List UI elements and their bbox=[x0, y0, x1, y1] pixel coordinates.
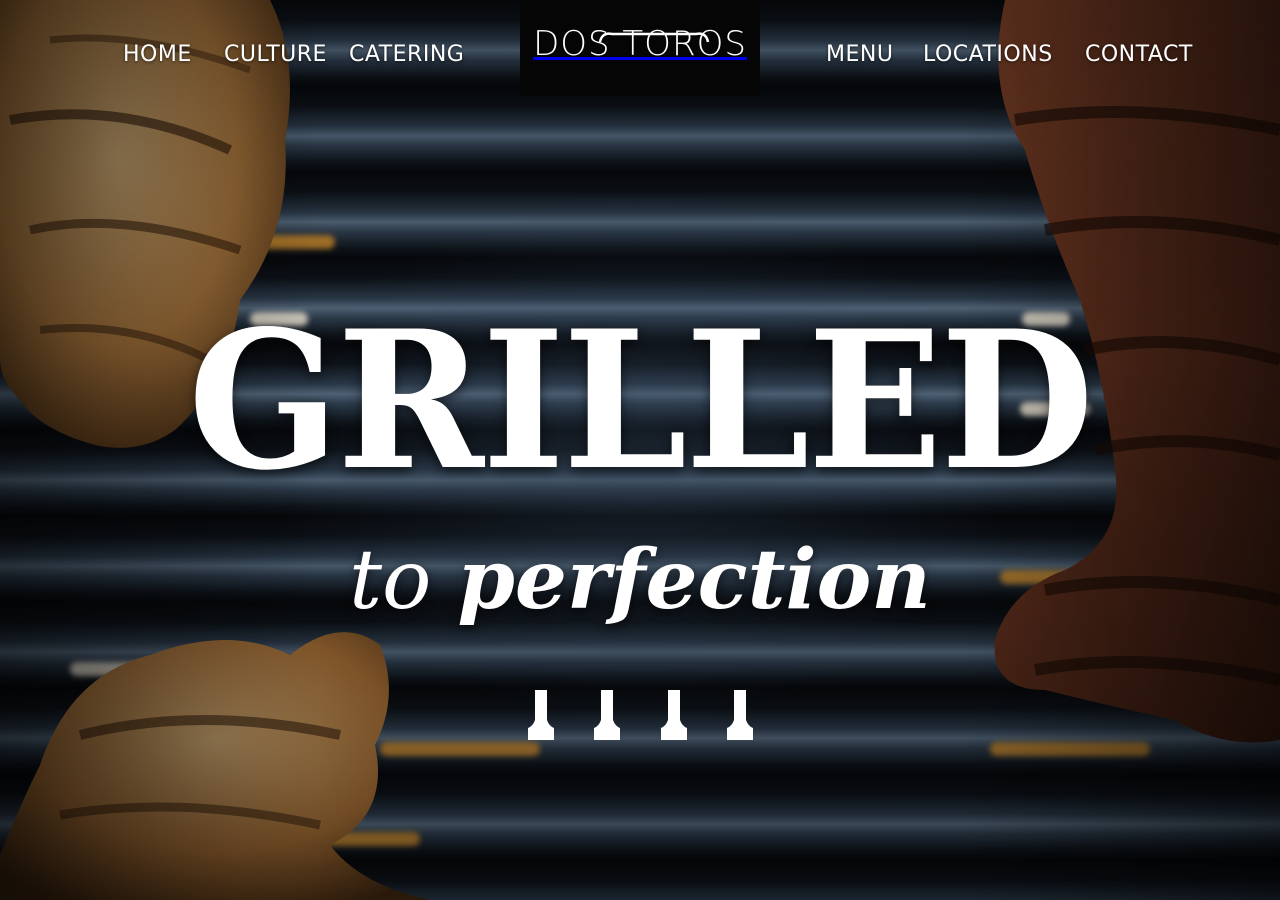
flame-glow bbox=[200, 832, 420, 846]
flame-glow bbox=[990, 742, 1150, 756]
tagline-light-word: to bbox=[349, 533, 432, 628]
grilled-chicken-image bbox=[0, 632, 430, 900]
flame-glow bbox=[70, 662, 150, 676]
bull-horns-logo-icon bbox=[598, 32, 710, 43]
hero-slide-indicators bbox=[520, 690, 760, 746]
flame-glow bbox=[255, 235, 335, 249]
nav-culture-link[interactable]: CULTURE bbox=[224, 42, 327, 67]
slide-indicator-3[interactable] bbox=[659, 690, 689, 740]
slide-indicator-2[interactable] bbox=[592, 690, 622, 740]
nav-home-link[interactable]: HOME bbox=[123, 42, 192, 67]
slide-indicator-4[interactable] bbox=[725, 690, 755, 740]
logo-home-link[interactable]: DOS TOROS bbox=[520, 0, 760, 96]
hero-headline: GRILLED bbox=[188, 289, 1094, 512]
nav-catering-link[interactable]: CATERING bbox=[349, 42, 464, 67]
nav-menu-link[interactable]: MENU bbox=[826, 42, 893, 67]
tagline-bold-word: perfection bbox=[457, 532, 931, 628]
nav-contact-link[interactable]: CONTACT bbox=[1085, 42, 1193, 67]
hero-tagline: to perfection bbox=[0, 530, 1280, 631]
slide-indicator-1[interactable] bbox=[526, 690, 556, 740]
nav-locations-link[interactable]: LOCATIONS bbox=[923, 42, 1053, 67]
flame-glow bbox=[380, 742, 540, 756]
